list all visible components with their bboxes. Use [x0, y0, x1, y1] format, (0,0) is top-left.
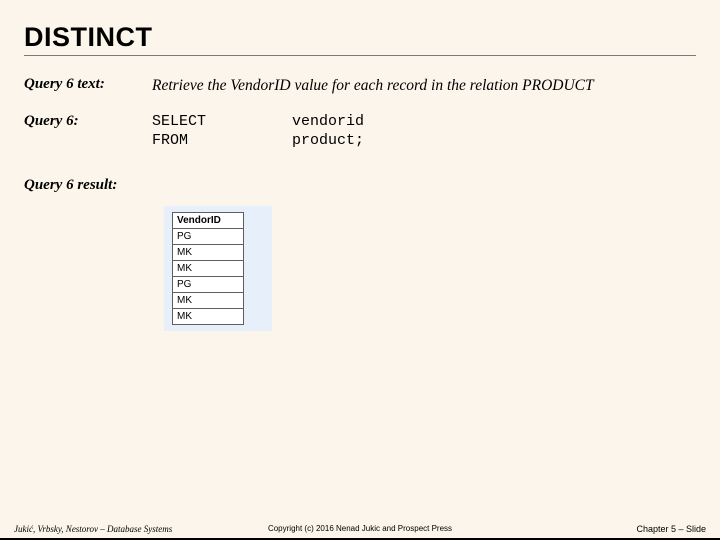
cell: PG [173, 229, 244, 245]
sql-block: SELECT vendorid FROM product; [152, 113, 364, 149]
table-row: MK [173, 309, 244, 325]
result-table-wrap: VendorID PG MK MK PG MK MK [164, 206, 272, 331]
cell: MK [173, 245, 244, 261]
table-row: PG [173, 277, 244, 293]
footer-center: Copyright (c) 2016 Nenad Jukic and Prosp… [268, 524, 452, 533]
result-header: VendorID [173, 213, 244, 229]
sql-value-table: product; [292, 132, 364, 149]
query-text-label: Query 6 text: [24, 76, 152, 95]
query-sql-label: Query 6: [24, 113, 152, 149]
slide-title: DISTINCT [24, 22, 696, 53]
query-result-row: Query 6 result: [24, 177, 696, 194]
slide-content: DISTINCT Query 6 text: Retrieve the Vend… [0, 0, 720, 331]
cell: MK [173, 261, 244, 277]
cell: MK [173, 309, 244, 325]
result-table: VendorID PG MK MK PG MK MK [172, 212, 244, 325]
cell: MK [173, 293, 244, 309]
footer-left: Jukić, Vrbsky, Nestorov – Database Syste… [14, 524, 172, 534]
table-row: MK [173, 293, 244, 309]
table-row: PG [173, 229, 244, 245]
query-result-label: Query 6 result: [24, 177, 152, 194]
query-text: Retrieve the VendorID value for each rec… [152, 76, 594, 95]
sql-keyword-from: FROM [152, 132, 292, 149]
query-text-row: Query 6 text: Retrieve the VendorID valu… [24, 76, 696, 95]
footer-right: Chapter 5 – Slide [636, 524, 706, 534]
table-row: MK [173, 245, 244, 261]
title-wrap: DISTINCT [24, 22, 696, 56]
footer: Jukić, Vrbsky, Nestorov – Database Syste… [0, 524, 720, 534]
table-row: MK [173, 261, 244, 277]
sql-keyword-select: SELECT [152, 113, 292, 130]
query-sql-row: Query 6: SELECT vendorid FROM product; [24, 113, 696, 149]
cell: PG [173, 277, 244, 293]
sql-value-cols: vendorid [292, 113, 364, 130]
